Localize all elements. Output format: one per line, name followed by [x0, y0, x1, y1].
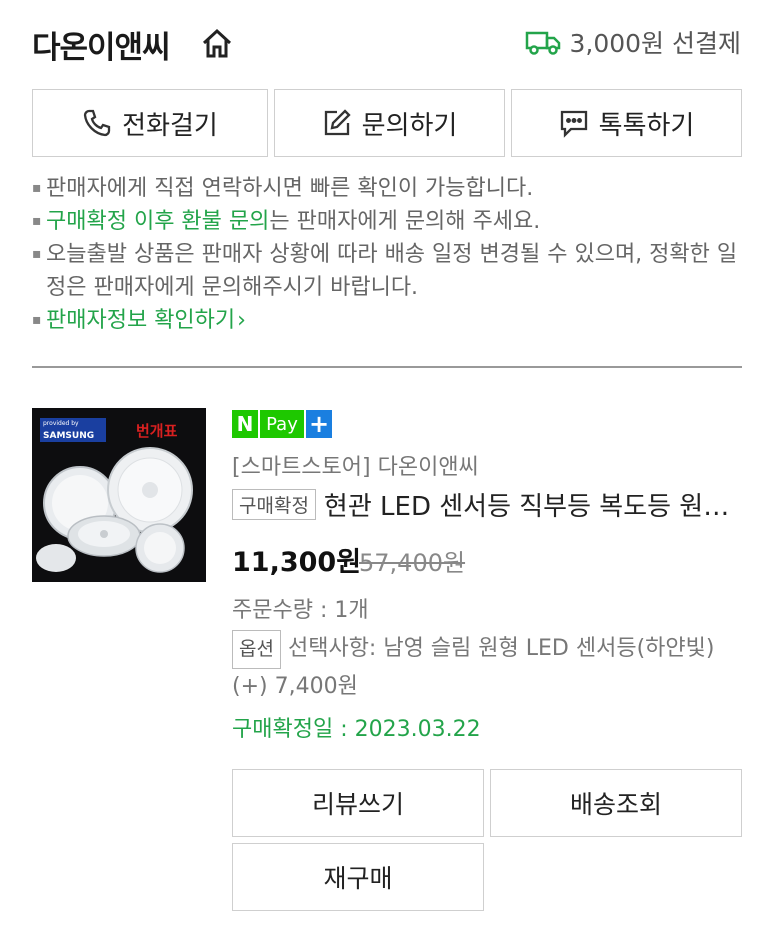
notice-text: 판매자에게 직접 연락하시면 빠른 확인이 가능합니다. — [46, 176, 534, 201]
original-price: 57,400원 — [359, 549, 466, 577]
status-badge: 구매확정 — [232, 489, 316, 520]
option-badge: 옵션 — [232, 630, 281, 669]
npay-plus: + — [304, 410, 332, 438]
store-name[interactable]: [스마트스토어] 다온이앤씨 — [232, 449, 479, 481]
notice-list: ▪ 판매자에게 직접 연락하시면 빠른 확인이 가능합니다. ▪ 구매확정 이후… — [32, 172, 742, 337]
call-button[interactable]: 전화걸기 — [32, 89, 268, 157]
notice-item: ▪ 오늘출발 상품은 판매자 상황에 따라 배송 일정 변경될 수 있으며, 정… — [32, 238, 742, 304]
divider — [32, 366, 742, 368]
order-quantity: 주문수량 : 1개 — [232, 598, 369, 623]
notice-text: 는 판매자에게 문의해 주세요. — [269, 209, 541, 234]
home-icon[interactable] — [200, 26, 234, 60]
inquiry-button-label: 문의하기 — [361, 110, 458, 141]
seller-info-link[interactable]: ▪ 판매자정보 확인하기 › — [32, 304, 742, 337]
confirm-date: 구매확정일 : 2023.03.22 — [232, 717, 481, 742]
seller-name[interactable]: 다온이앤씨 — [32, 22, 171, 67]
refund-notice-highlight: 구매확정 이후 환불 문의 — [46, 209, 270, 234]
inquiry-button[interactable]: 문의하기 — [274, 89, 505, 157]
sale-price: 11,300원 — [232, 547, 362, 578]
shipping-info: 3,000원 선결제 — [525, 24, 741, 60]
product-title-row[interactable]: 구매확정 현관 LED 센서등 직부등 복도등 원형 삼성 LED 칩 — [232, 486, 742, 523]
option-info: 옵션 선택사항: 남영 슬림 원형 LED 센서등(하얀빛) (+) 7,400… — [232, 630, 742, 704]
shipping-text: 3,000원 선결제 — [569, 29, 741, 58]
track-delivery-button[interactable]: 배송조회 — [490, 769, 742, 837]
notice-text: 오늘출발 상품은 판매자 상황에 따라 배송 일정 변경될 수 있으며, 정확한… — [46, 242, 738, 300]
npay-badge: N Pay + — [232, 410, 332, 438]
write-review-button[interactable]: 리뷰쓰기 — [232, 769, 484, 837]
phone-icon — [84, 109, 111, 137]
option-text: 선택사항: 남영 슬림 원형 LED 센서등(하얀빛) (+) 7,400원 — [232, 636, 715, 699]
notice-item: ▪ 판매자에게 직접 연락하시면 빠른 확인이 가능합니다. — [32, 172, 742, 205]
talk-button-label: 톡톡하기 — [598, 110, 695, 141]
rebuy-button[interactable]: 재구매 — [232, 843, 484, 911]
npay-pay: Pay — [258, 410, 304, 438]
edit-icon — [324, 109, 351, 136]
seller-info-link-text[interactable]: 판매자정보 확인하기 — [46, 304, 235, 337]
product-image: provided by SAMSUNG 번개표 — [32, 408, 206, 582]
call-button-label: 전화걸기 — [122, 110, 218, 141]
npay-n: N — [232, 410, 258, 438]
notice-item: ▪ 구매확정 이후 환불 문의는 판매자에게 문의해 주세요. — [32, 209, 541, 234]
chevron-right-icon: › — [237, 308, 246, 333]
talk-button[interactable]: 톡톡하기 — [511, 89, 742, 157]
badge-top-text: provided by — [43, 420, 79, 427]
truck-icon — [526, 31, 561, 55]
samsung-badge: SAMSUNG — [43, 431, 94, 441]
product-thumbnail[interactable]: provided by SAMSUNG 번개표 — [32, 408, 206, 582]
product-title[interactable]: 현관 LED 센서등 직부등 복도등 원형 삼성 LED 칩 — [324, 486, 742, 523]
chat-icon — [560, 110, 587, 138]
brand-logo: 번개표 — [136, 422, 178, 440]
